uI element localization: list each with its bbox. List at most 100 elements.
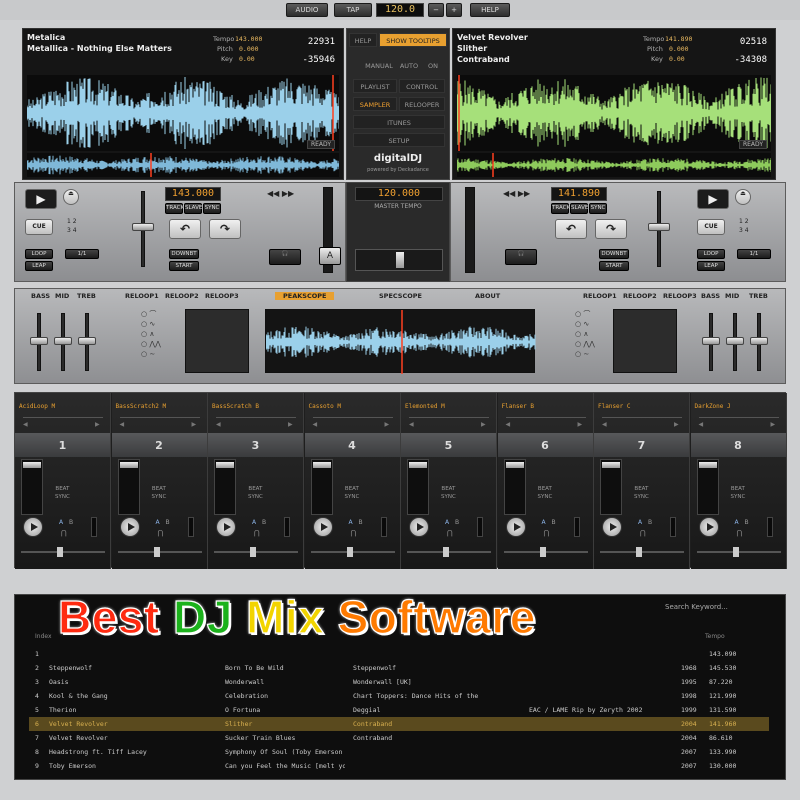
sampler-fader-knob[interactable] bbox=[602, 462, 620, 468]
headphone-icon[interactable]: ⋂ bbox=[254, 529, 260, 537]
sampler-fader-knob[interactable] bbox=[23, 462, 41, 468]
sampler-next-icon[interactable]: ▶ bbox=[95, 421, 100, 428]
sampler-fader-knob[interactable] bbox=[505, 462, 524, 468]
sampler-beat-sync[interactable]: BEAT SYNC bbox=[248, 485, 263, 501]
deck-a-loop-button[interactable]: LOOP bbox=[25, 249, 53, 259]
sampler-pan-slider[interactable] bbox=[310, 551, 395, 553]
tab-setup[interactable]: SETUP bbox=[353, 133, 445, 147]
sampler-prev-icon[interactable]: ◀ bbox=[602, 421, 607, 428]
column-index-header[interactable]: Index bbox=[35, 633, 52, 640]
deck-a-sync-button[interactable]: SYNC bbox=[203, 203, 221, 214]
sampler-deck-a-toggle[interactable]: A bbox=[349, 519, 353, 526]
sampler-play-button[interactable] bbox=[505, 517, 526, 537]
mode-manual[interactable]: MANUAL bbox=[365, 59, 393, 73]
deck-b-sync-button[interactable]: SYNC bbox=[589, 203, 607, 214]
sampler-volume-fader[interactable] bbox=[503, 459, 526, 515]
sampler-volume-fader[interactable] bbox=[600, 459, 622, 515]
sampler-next-icon[interactable]: ▶ bbox=[192, 421, 197, 428]
headphone-icon[interactable]: ⋂ bbox=[61, 529, 67, 537]
table-row[interactable]: 4 Kool & the Gang Celebration Chart Toppers… bbox=[29, 689, 769, 703]
headphone-icon[interactable]: ⋂ bbox=[351, 529, 357, 537]
sampler-beat-sync[interactable]: BEAT SYNC bbox=[441, 485, 456, 501]
sampler-beat-sync[interactable]: BEAT SYNC bbox=[538, 485, 553, 501]
sampler-deck-b-toggle[interactable]: B bbox=[262, 519, 266, 526]
table-row[interactable]: 5 Therion O Fortuna Deggial EAC / LAME Rip b… bbox=[29, 703, 769, 717]
deck-a-rewind-button[interactable]: ↶ bbox=[169, 219, 201, 239]
tab-relooper[interactable]: RELOOPER bbox=[399, 97, 445, 111]
deck-a-cue-options[interactable]: 1 23 4 bbox=[67, 217, 77, 235]
deck-b-mid-knob[interactable] bbox=[726, 337, 744, 345]
sampler-pan-slider[interactable] bbox=[600, 551, 684, 553]
sampler-next-icon[interactable]: ▶ bbox=[578, 421, 583, 428]
sampler-pan-slider[interactable] bbox=[117, 551, 202, 553]
sampler-fader-knob[interactable] bbox=[698, 462, 717, 468]
sampler-prev-icon[interactable]: ◀ bbox=[409, 421, 414, 428]
sampler-pan-knob[interactable] bbox=[153, 547, 160, 557]
show-tooltips-button[interactable]: SHOW TOOLTIPS bbox=[379, 33, 447, 47]
deck-b-cue-options[interactable]: 1 23 4 bbox=[739, 217, 749, 235]
crossfader[interactable] bbox=[355, 249, 443, 271]
deck-a-cue-button[interactable]: CUE bbox=[25, 219, 53, 235]
deck-a-leap-button[interactable]: LEAP bbox=[25, 261, 53, 271]
deck-b-downbeat-button[interactable]: DOWNBT bbox=[599, 249, 629, 259]
deck-b-leap-button[interactable]: LEAP bbox=[697, 261, 725, 271]
sampler-deck-a-toggle[interactable]: A bbox=[59, 519, 63, 526]
sampler-deck-a-toggle[interactable]: A bbox=[252, 519, 256, 526]
tab-specscope[interactable]: SPECSCOPE bbox=[379, 292, 422, 300]
table-row[interactable]: 2 Steppenwolf Born To Be Wild Steppenwolf 19… bbox=[29, 661, 769, 675]
tab-peakscope[interactable]: PEAKSCOPE bbox=[275, 292, 335, 300]
deck-a-overview[interactable] bbox=[27, 153, 339, 177]
sampler-fader-knob[interactable] bbox=[216, 462, 234, 468]
tab-about[interactable]: ABOUT bbox=[475, 292, 500, 300]
tap-button[interactable]: TAP bbox=[334, 3, 372, 17]
sampler-deck-a-toggle[interactable]: A bbox=[638, 519, 642, 526]
sampler-prev-icon[interactable]: ◀ bbox=[506, 421, 511, 428]
sampler-play-button[interactable] bbox=[216, 517, 236, 537]
deck-b-reloop3-tab[interactable]: RELOOP3 bbox=[663, 292, 697, 300]
deck-b-eject-button[interactable]: ⏏ bbox=[735, 189, 751, 205]
sampler-volume-fader[interactable] bbox=[214, 459, 236, 515]
deck-b-start-button[interactable]: START bbox=[599, 261, 629, 271]
deck-b-reloop2-tab[interactable]: RELOOP2 bbox=[623, 292, 657, 300]
tab-itunes[interactable]: ITUNES bbox=[353, 115, 445, 129]
deck-b-fx-shape-list[interactable]: ○ ⌒ ○ ∿ ○ ∧ ○ ⋀⋀ ○ ∼ bbox=[575, 309, 595, 359]
table-row[interactable]: 7 Velvet Revolver Sucker Train Blues Contra… bbox=[29, 731, 769, 745]
deck-a-reloop1-tab[interactable]: RELOOP1 bbox=[125, 292, 159, 300]
sampler-pan-knob[interactable] bbox=[443, 547, 449, 557]
deck-a-nudge-buttons[interactable]: ◀◀ ▶▶ bbox=[267, 189, 294, 198]
sampler-volume-fader[interactable] bbox=[407, 459, 429, 515]
headphone-icon[interactable]: ⋂ bbox=[640, 529, 646, 537]
deck-b-nudge-buttons[interactable]: ◀◀ ▶▶ bbox=[503, 189, 530, 198]
sampler-deck-b-toggle[interactable]: B bbox=[69, 519, 73, 526]
sampler-play-button[interactable] bbox=[409, 517, 429, 537]
deck-b-volume-fader[interactable] bbox=[465, 187, 475, 273]
deck-b-cue-button[interactable]: CUE bbox=[697, 219, 725, 235]
sampler-pan-knob[interactable] bbox=[732, 547, 739, 557]
sampler-deck-b-toggle[interactable]: B bbox=[359, 519, 363, 526]
sampler-deck-b-toggle[interactable]: B bbox=[745, 519, 749, 526]
sampler-prev-icon[interactable]: ◀ bbox=[313, 421, 318, 428]
deck-b-beat-length[interactable]: 1/1 bbox=[737, 249, 771, 259]
headphone-icon[interactable]: ⋂ bbox=[447, 529, 453, 537]
deck-b-track-button[interactable]: TRACK bbox=[551, 203, 570, 214]
deck-a-bass-knob[interactable] bbox=[30, 337, 48, 345]
deck-b-pitch-knob[interactable] bbox=[648, 223, 670, 231]
sampler-next-icon[interactable]: ▶ bbox=[288, 421, 293, 428]
sampler-pan-knob[interactable] bbox=[57, 547, 63, 557]
sampler-play-button[interactable] bbox=[119, 517, 140, 537]
table-row[interactable]: 6 Velvet Revolver Slither Contraband 2004 141… bbox=[29, 717, 769, 731]
deck-b-loop-button[interactable]: LOOP bbox=[697, 249, 725, 259]
sampler-beat-sync[interactable]: BEAT SYNC bbox=[152, 485, 167, 501]
deck-a-slave-button[interactable]: SLAVE bbox=[184, 203, 202, 214]
sampler-fader-knob[interactable] bbox=[409, 462, 427, 468]
help-button[interactable]: HELP bbox=[470, 3, 510, 17]
sampler-next-icon[interactable]: ▶ bbox=[385, 421, 390, 428]
deck-a-xy-pad[interactable] bbox=[185, 309, 249, 373]
sampler-play-button[interactable] bbox=[698, 517, 719, 537]
deck-b-play-button[interactable]: ▶ bbox=[697, 189, 729, 209]
sampler-pan-slider[interactable] bbox=[696, 551, 781, 553]
deck-a-reloop2-tab[interactable]: RELOOP2 bbox=[165, 292, 199, 300]
sampler-pan-knob[interactable] bbox=[636, 547, 642, 557]
table-row[interactable]: 8 Headstrong ft. Tiff Lacey Symphony Of So… bbox=[29, 745, 769, 759]
deck-a-mid-knob[interactable] bbox=[54, 337, 72, 345]
